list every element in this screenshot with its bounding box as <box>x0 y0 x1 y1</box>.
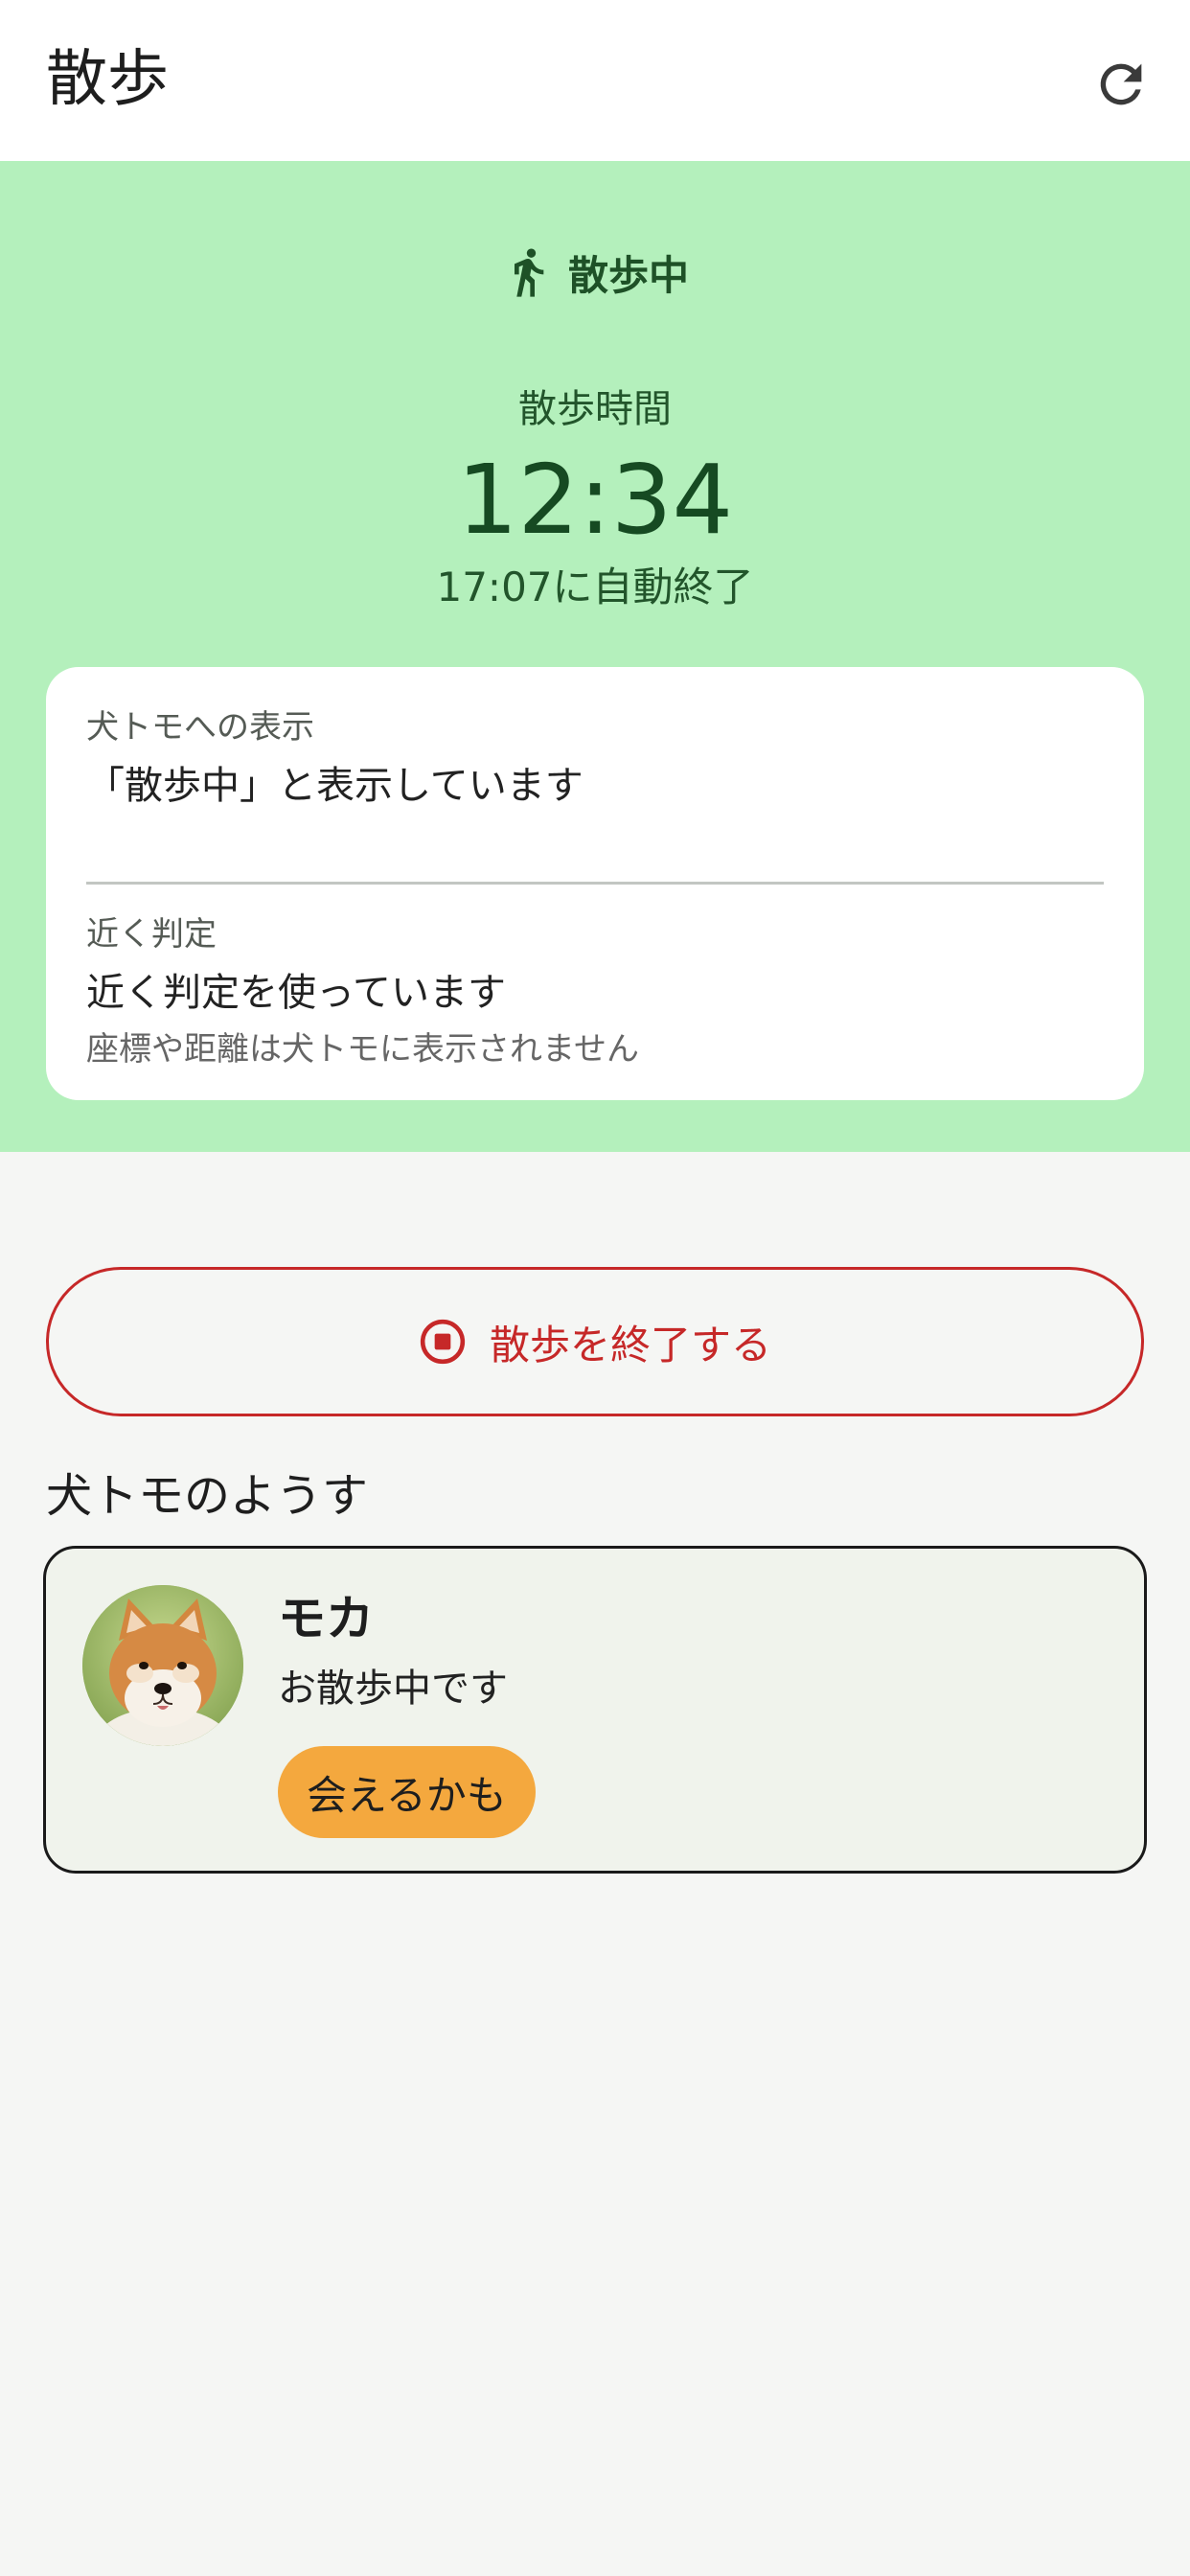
walk-time-value: 12:34 <box>456 444 734 556</box>
app-bar: 散歩 <box>0 0 1190 161</box>
walk-time-label: 散歩時間 <box>518 387 672 431</box>
refresh-button[interactable] <box>1083 46 1159 123</box>
walk-status-row: 散歩中 <box>0 243 1190 301</box>
shiba-dog-avatar <box>82 1585 243 1746</box>
end-walk-button[interactable]: 散歩を終了する <box>46 1267 1144 1416</box>
may-meet-badge: 会えるかも <box>278 1746 536 1838</box>
end-walk-button-label: 散歩を終了する <box>489 1321 771 1368</box>
privacy-info-card: 犬トモへの表示 「散歩中」と表示しています 近く判定 近く判定を使っています 座… <box>46 667 1144 1100</box>
friend-status: お散歩中です <box>278 1667 508 1711</box>
directions-walk-icon <box>514 248 544 297</box>
divider <box>86 882 1104 885</box>
walk-status-panel: 散歩中 散歩時間 12:34 17:07に自動終了 犬トモへの表示 「散歩中」と… <box>0 161 1190 1152</box>
friends-section-title: 犬トモのようす <box>46 1469 369 1523</box>
proximity-info-value: 近く判定を使っています <box>86 971 506 1015</box>
display-info-label: 犬トモへの表示 <box>86 708 314 747</box>
proximity-info-section: 近く判定 近く判定を使っています 座標や距離は犬トモに表示されません <box>86 912 1104 1071</box>
refresh-icon <box>1100 63 1142 105</box>
page-title: 散歩 <box>46 44 169 115</box>
friend-avatar <box>82 1585 243 1746</box>
auto-end-time: 17:07に自動終了 <box>436 564 754 610</box>
friend-card[interactable]: モカ お散歩中です 会えるかも <box>43 1546 1147 1874</box>
display-info-value: 「散歩中」と表示しています <box>86 764 584 808</box>
stop-circle-icon <box>420 1319 466 1365</box>
proximity-info-note: 座標や距離は犬トモに表示されません <box>86 1030 639 1069</box>
display-info-section: 犬トモへの表示 「散歩中」と表示しています <box>86 705 1104 813</box>
walk-status-text: 散歩中 <box>567 251 689 299</box>
friend-name: モカ <box>278 1591 374 1646</box>
proximity-info-label: 近く判定 <box>86 915 217 954</box>
